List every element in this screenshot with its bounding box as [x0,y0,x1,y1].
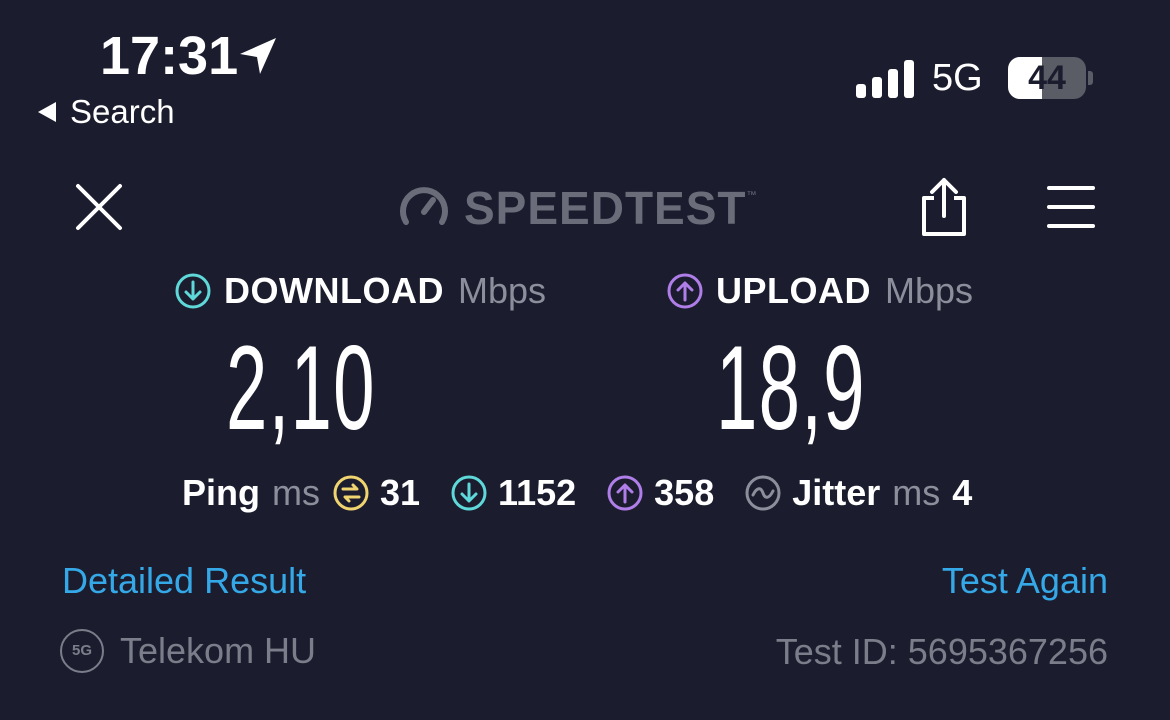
ping-unit: ms [272,472,320,513]
upload-label: UPLOAD [716,270,871,311]
jitter-label: Jitter [792,472,881,513]
back-arrow-icon [38,102,56,122]
battery-tip [1088,71,1093,85]
battery-icon: 44 [1008,57,1086,99]
network-type: 5G [932,57,983,99]
test-again-link[interactable]: Test Again [942,558,1108,604]
share-icon[interactable] [918,176,970,238]
back-label: Search [70,93,175,130]
download-arrow-icon [175,273,211,309]
latency-row: Ping ms 31 1152 358 Jitter ms 4 [182,470,972,516]
download-header: DOWNLOAD Mbps [174,268,546,314]
download-label: DOWNLOAD [224,270,444,311]
download-unit: Mbps [457,270,546,311]
speedtest-gauge-icon [400,187,448,225]
menu-icon[interactable] [1046,184,1096,230]
location-arrow-icon [240,38,276,74]
upload-ping-value: 358 [654,472,715,513]
cellular-signal-icon [856,58,916,98]
upload-ping-icon [607,475,643,511]
upload-unit: Mbps [885,270,974,311]
download-speed-value: 2,10 [226,321,376,455]
close-icon[interactable] [72,180,126,234]
upload-arrow-icon [667,273,703,309]
download-ping-icon [451,475,487,511]
5g-badge-icon: 5G [60,629,104,673]
jitter-value: 4 [952,472,973,513]
upload-speed-value: 18,9 [716,321,866,455]
idle-ping-value: 31 [380,472,421,513]
speedtest-logo: SPEEDTEST ™ [398,180,757,236]
ping-label: Ping [182,472,260,513]
brand-name: SPEEDTEST [464,182,747,234]
carrier-name: Telekom HU [120,630,317,671]
upload-header: UPLOAD Mbps [666,268,973,314]
download-ping-value: 1152 [498,472,577,513]
carrier-info: 5G Telekom HU [60,626,316,676]
test-id: Test ID: 5695367256 [775,631,1108,672]
idle-ping-icon [333,475,369,511]
brand-trademark: ™ [746,190,757,201]
jitter-icon [745,475,781,511]
detailed-result-link[interactable]: Detailed Result [62,558,306,604]
status-time: 17:31 [100,26,239,86]
jitter-unit: ms [892,472,941,513]
battery-level: 44 [1028,59,1066,97]
back-to-search[interactable]: Search [38,92,175,132]
